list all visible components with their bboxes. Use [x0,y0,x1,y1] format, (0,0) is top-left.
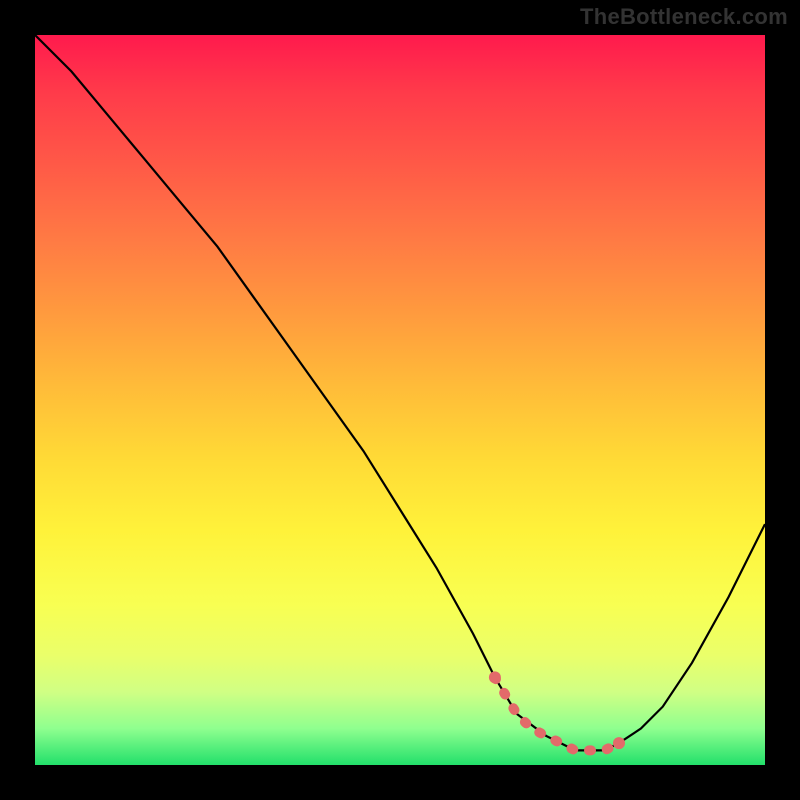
optimal-zone-dots [495,677,619,750]
watermark-text: TheBottleneck.com [580,4,788,30]
curve-line [35,35,765,750]
dot-start [489,671,501,683]
chart-plot-area [35,35,765,765]
bottleneck-curve-svg [35,35,765,765]
dot-end [613,737,625,749]
chart-frame: TheBottleneck.com [0,0,800,800]
